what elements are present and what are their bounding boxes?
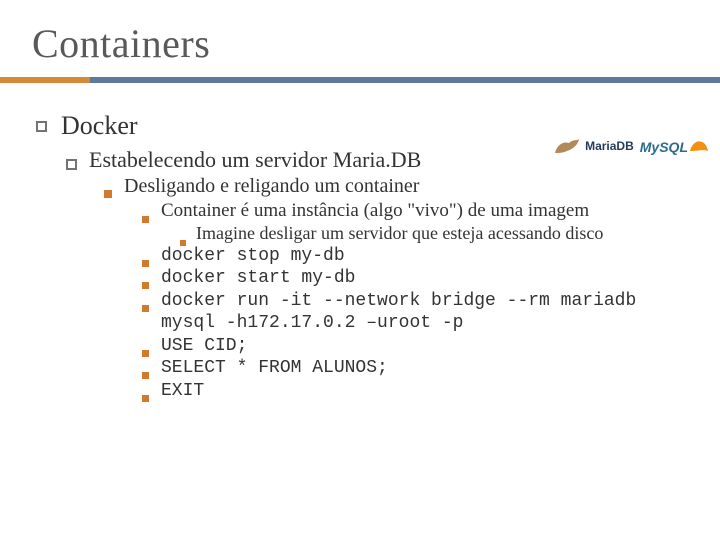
square-bullet-icon — [142, 372, 149, 379]
bullet-lvl3-subsubtopic: Desligando e religando um container — [104, 175, 688, 198]
square-bullet-icon — [180, 240, 186, 246]
square-bullet-icon — [142, 260, 149, 267]
accent-bar-blue — [90, 77, 720, 83]
bullet-lvl4-body1: Container é uma instância (algo "vivo") … — [142, 199, 688, 223]
lvl2-text: Estabelecendo um servidor Maria.DB — [89, 147, 421, 173]
square-bullet-icon — [66, 159, 77, 170]
mariadb-seal-icon — [553, 135, 581, 157]
bullet-lvl4-cmd6: EXIT — [142, 380, 688, 403]
logo-row: MariaDB MySQL — [553, 135, 710, 157]
accent-bar-orange — [0, 77, 90, 83]
bullet-lvl4-cmd4: USE CID; — [142, 335, 688, 358]
lvl5-text: Imagine desligar um servidor que esteja … — [196, 223, 603, 245]
bullet-lvl5-sub1: Imagine desligar um servidor que esteja … — [180, 223, 688, 245]
code-text: SELECT * FROM ALUNOS; — [161, 357, 388, 380]
code-text: USE CID; — [161, 335, 247, 358]
code-text: docker start my-db — [161, 267, 355, 290]
square-bullet-icon — [36, 121, 47, 132]
lvl3-text: Desligando e religando um container — [124, 175, 419, 198]
lvl1-text: Docker — [61, 111, 138, 141]
mysql-dolphin-icon — [688, 137, 710, 155]
mariadb-logo: MariaDB — [553, 135, 634, 157]
bullet-lvl4-cmd1: docker stop my-db — [142, 245, 688, 268]
divider-bar — [0, 77, 720, 83]
slide-title: Containers — [32, 20, 688, 67]
mysql-label: MySQL — [640, 139, 688, 155]
bullet-lvl4-cmd2: docker start my-db — [142, 267, 688, 290]
code-text: docker stop my-db — [161, 245, 345, 268]
slide: Containers Docker Estabelecendo um servi… — [0, 0, 720, 422]
bullet-lvl4-cmd5: SELECT * FROM ALUNOS; — [142, 357, 688, 380]
code-text: docker run -it --network bridge --rm mar… — [161, 290, 688, 335]
square-bullet-icon — [142, 282, 149, 289]
lvl4-text: Container é uma instância (algo "vivo") … — [161, 199, 589, 223]
bullet-lvl4-cmd3: docker run -it --network bridge --rm mar… — [142, 290, 688, 335]
square-bullet-icon — [142, 216, 149, 223]
square-bullet-icon — [142, 305, 149, 312]
square-bullet-icon — [142, 395, 149, 402]
mariadb-label: MariaDB — [585, 139, 634, 153]
code-text: EXIT — [161, 380, 204, 403]
square-bullet-icon — [142, 350, 149, 357]
square-bullet-icon — [104, 190, 112, 198]
mysql-logo: MySQL — [640, 137, 710, 155]
